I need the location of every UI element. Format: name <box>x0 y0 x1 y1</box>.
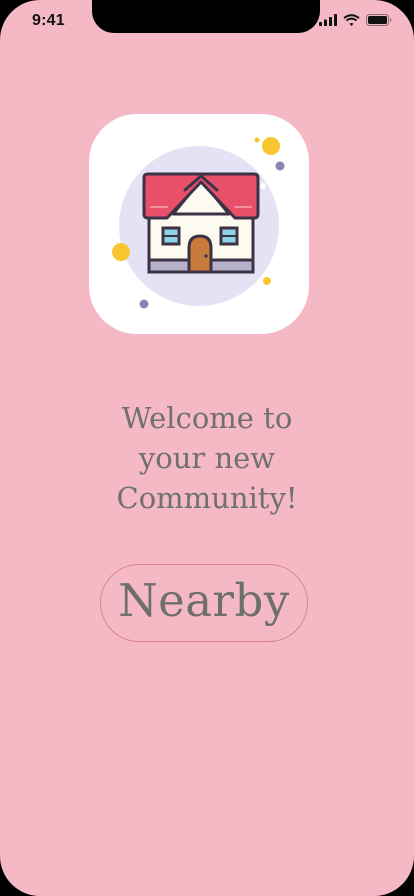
app-icon <box>89 114 309 334</box>
house-icon <box>112 137 285 309</box>
battery-icon <box>366 14 392 26</box>
wifi-icon <box>343 14 360 26</box>
device-notch <box>92 0 320 33</box>
nearby-button-label: Nearby <box>118 573 290 627</box>
nearby-button[interactable]: Nearby <box>100 564 308 642</box>
status-time: 9:41 <box>32 12 65 29</box>
cellular-signal-icon <box>319 14 337 26</box>
welcome-message: Welcome to your new Community! <box>116 401 298 515</box>
status-bar: 9:41 <box>0 0 414 44</box>
status-icons <box>319 14 392 26</box>
phone-screen: 9:41 Welcome to your new Community! Near… <box>0 0 414 896</box>
